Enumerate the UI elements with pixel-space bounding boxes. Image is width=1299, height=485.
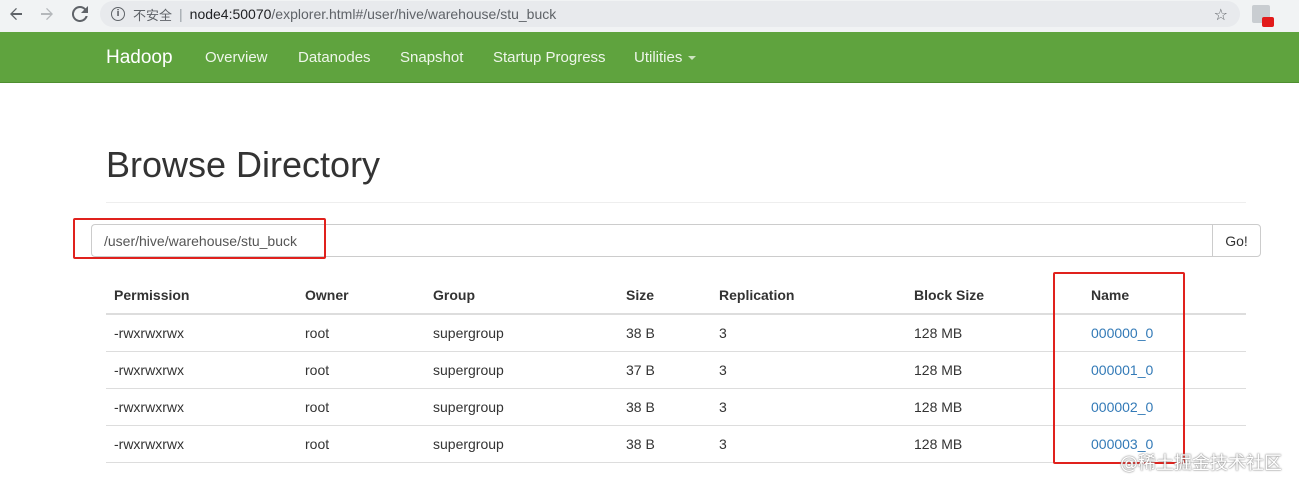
cell-group: supergroup <box>425 314 618 352</box>
cell-owner: root <box>297 425 425 463</box>
nav-snapshot[interactable]: Snapshot <box>400 49 463 66</box>
extension-icon[interactable] <box>1252 5 1274 27</box>
header-replication[interactable]: Replication <box>711 276 906 315</box>
back-icon[interactable] <box>6 4 26 24</box>
brand-logo[interactable]: Hadoop <box>106 47 173 69</box>
address-separator: | <box>179 6 183 22</box>
cell-replication: 3 <box>711 425 906 463</box>
cell-permission: -rwxrwxrwx <box>106 351 297 389</box>
cell-size: 38 B <box>618 314 711 352</box>
cell-size: 38 B <box>618 425 711 463</box>
star-icon[interactable]: ☆ <box>1214 5 1228 24</box>
annotation-name-column-highlight <box>1053 272 1185 464</box>
cell-permission: -rwxrwxrwx <box>106 425 297 463</box>
cell-size: 37 B <box>618 351 711 389</box>
nav-utilities-label: Utilities <box>634 49 683 66</box>
cell-group: supergroup <box>425 351 618 389</box>
cell-permission: -rwxrwxrwx <box>106 388 297 426</box>
url-host: node4:50070 <box>189 6 272 22</box>
cell-permission: -rwxrwxrwx <box>106 314 297 352</box>
cell-replication: 3 <box>711 388 906 426</box>
cell-owner: root <box>297 388 425 426</box>
navbar: Hadoop Overview Datanodes Snapshot Start… <box>0 32 1299 83</box>
nav-overview[interactable]: Overview <box>205 49 268 66</box>
header-size[interactable]: Size <box>618 276 711 315</box>
cell-replication: 3 <box>711 314 906 352</box>
cell-replication: 3 <box>711 351 906 389</box>
reload-icon[interactable] <box>70 4 90 24</box>
security-label: 不安全 <box>133 7 173 23</box>
page-title: Browse Directory <box>106 144 381 185</box>
address-bar[interactable]: i 不安全 | node4:50070/explorer.html#/user/… <box>100 1 1240 27</box>
watermark: @稀土掘金技术社区 <box>1120 453 1282 474</box>
cell-owner: root <box>297 351 425 389</box>
header-divider <box>106 202 1246 203</box>
cell-owner: root <box>297 314 425 352</box>
cell-size: 38 B <box>618 388 711 426</box>
annotation-path-highlight <box>73 218 326 259</box>
nav-utilities-dropdown[interactable]: Utilities <box>634 49 697 66</box>
go-button[interactable]: Go! <box>1212 224 1261 257</box>
caret-down-icon <box>688 56 697 61</box>
nav-datanodes[interactable]: Datanodes <box>298 49 371 66</box>
info-icon[interactable]: i <box>111 7 125 21</box>
header-owner[interactable]: Owner <box>297 276 425 315</box>
url-path: /explorer.html#/user/hive/warehouse/stu_… <box>271 6 557 22</box>
header-permission[interactable]: Permission <box>106 276 297 315</box>
forward-icon[interactable] <box>37 4 57 24</box>
browser-toolbar: i 不安全 | node4:50070/explorer.html#/user/… <box>0 0 1299 32</box>
cell-group: supergroup <box>425 425 618 463</box>
cell-group: supergroup <box>425 388 618 426</box>
nav-startup-progress[interactable]: Startup Progress <box>493 49 606 66</box>
extension-badge <box>1262 17 1274 27</box>
header-group[interactable]: Group <box>425 276 618 315</box>
